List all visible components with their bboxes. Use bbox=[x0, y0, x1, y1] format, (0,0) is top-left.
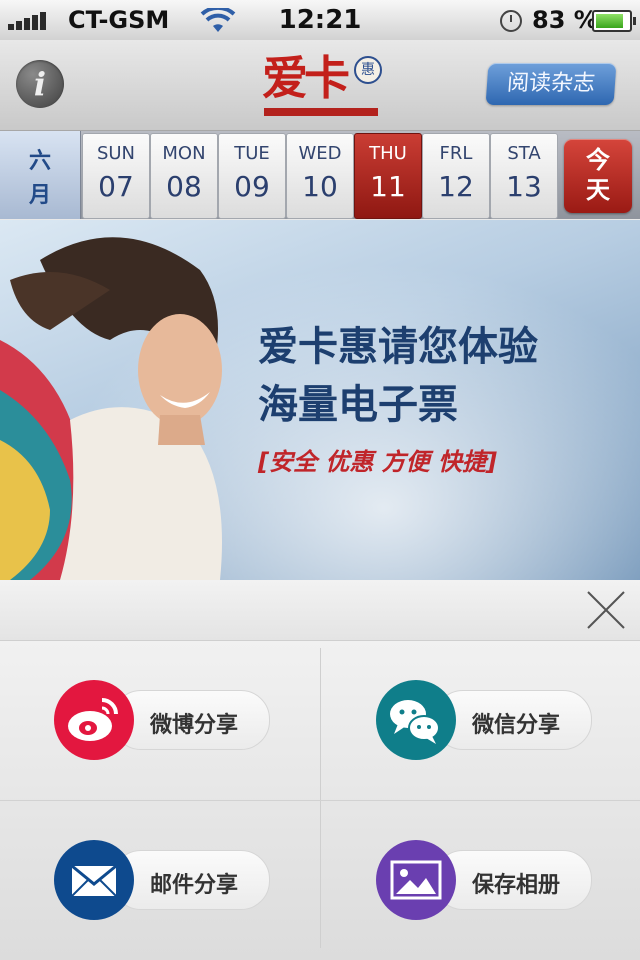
logo-underline bbox=[264, 108, 378, 116]
date-cell-wed[interactable]: WED 10 bbox=[286, 133, 354, 219]
row-divider bbox=[0, 800, 640, 801]
photo-album-icon bbox=[376, 840, 456, 920]
banner-headline: 爱卡惠请您体验 海量电子票 bbox=[258, 324, 538, 428]
today-button[interactable]: 今 天 bbox=[564, 139, 632, 213]
promo-banner[interactable]: 爱卡惠请您体验 海量电子票 [安全 优惠 方便 快捷] bbox=[0, 220, 640, 580]
logo-text: 爱卡 bbox=[262, 51, 350, 105]
date-cell-fri[interactable]: FRL 12 bbox=[422, 133, 490, 219]
day-of-week: MON bbox=[162, 143, 206, 164]
share-label: 微博分享 bbox=[150, 713, 239, 738]
wechat-share-button[interactable]: 微信分享 bbox=[376, 660, 616, 760]
day-of-week: FRL bbox=[439, 143, 473, 164]
column-divider bbox=[320, 648, 321, 948]
save-to-album-button[interactable]: 保存相册 bbox=[376, 820, 616, 920]
month-label: 六 月 bbox=[0, 131, 81, 219]
wechat-icon bbox=[376, 680, 456, 760]
mail-share-button[interactable]: 邮件分享 bbox=[54, 820, 294, 920]
alarm-clock-icon bbox=[500, 10, 522, 32]
share-label: 微信分享 bbox=[472, 713, 561, 738]
date-cell-sat[interactable]: STA 13 bbox=[490, 133, 558, 219]
share-label: 保存相册 bbox=[472, 873, 561, 898]
date-cell-thu-selected[interactable]: THU 11 bbox=[354, 133, 422, 219]
day-of-week: THU bbox=[369, 143, 407, 164]
day-of-week: STA bbox=[507, 143, 541, 164]
date-strip: 六 月 SUN 07 MON 08 TUE 09 WED 10 THU 11 F… bbox=[0, 131, 640, 219]
status-bar: CT-GSM 12:21 83 % bbox=[0, 0, 640, 40]
weibo-share-button[interactable]: 微博分享 bbox=[54, 660, 294, 760]
mail-icon bbox=[54, 840, 134, 920]
date-cell-sun[interactable]: SUN 07 bbox=[82, 133, 150, 219]
day-of-week: TUE bbox=[234, 143, 270, 164]
day-number: 11 bbox=[370, 170, 406, 203]
info-button[interactable]: i bbox=[16, 60, 64, 108]
day-of-week: WED bbox=[298, 143, 342, 164]
battery-icon bbox=[592, 10, 636, 32]
logo-badge: 惠 bbox=[354, 56, 382, 84]
read-magazine-button[interactable]: 阅读杂志 bbox=[485, 63, 617, 105]
app-logo: 爱卡 惠 bbox=[262, 50, 382, 122]
day-number: 09 bbox=[234, 170, 270, 203]
day-number: 07 bbox=[98, 170, 134, 203]
share-label: 邮件分享 bbox=[150, 873, 239, 898]
weibo-icon bbox=[54, 680, 134, 760]
day-number: 08 bbox=[166, 170, 202, 203]
day-of-week: SUN bbox=[96, 143, 136, 164]
day-number: 10 bbox=[302, 170, 338, 203]
date-cell-tue[interactable]: TUE 09 bbox=[218, 133, 286, 219]
day-number: 13 bbox=[506, 170, 542, 203]
share-sheet: 微博分享 微信分享 邮件分享 保存相册 bbox=[0, 580, 640, 960]
app-header: i 爱卡 惠 阅读杂志 bbox=[0, 40, 640, 131]
share-sheet-header bbox=[0, 580, 640, 641]
banner-tagline: [安全 优惠 方便 快捷] bbox=[258, 448, 498, 476]
woman-photo bbox=[0, 237, 222, 580]
battery-percent: 83 % bbox=[532, 6, 598, 34]
day-number: 12 bbox=[438, 170, 474, 203]
close-icon[interactable] bbox=[584, 588, 628, 632]
date-cell-mon[interactable]: MON 08 bbox=[150, 133, 218, 219]
